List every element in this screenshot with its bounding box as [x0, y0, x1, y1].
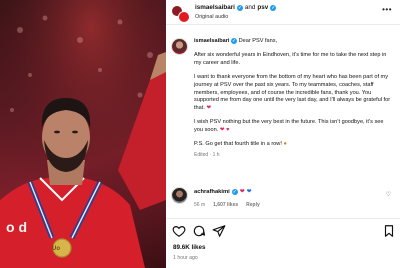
caption-paragraph-1: After six wonderful years in Eindhoven, … [194, 52, 387, 66]
commenter-username[interactable]: achrafhakimi [194, 189, 230, 195]
comment-like-icon[interactable]: ♡ [386, 191, 391, 198]
heart-emoji-icon: ❤ [239, 189, 245, 195]
comment-icon[interactable] [192, 224, 206, 238]
more-options-icon[interactable]: ••• [382, 5, 392, 14]
player-photo-illustration: o d Uo [0, 0, 166, 268]
caption-author-avatar[interactable] [171, 38, 188, 55]
medal-text: Uo [52, 246, 60, 252]
caption-paragraph-2: I want to thank everyone from the bottom… [194, 74, 391, 111]
post-caption: ismaelsaibari ✓ Dear PSV fans, After six… [194, 38, 394, 159]
comment-likes[interactable]: 1,607 likes [213, 202, 238, 208]
coauthor-avatar[interactable] [178, 11, 190, 23]
caption-edited-label: Edited · 1 h [194, 151, 220, 158]
caption-greeting: Dear PSV fans, [238, 38, 278, 44]
verified-badge-icon: ✓ [231, 38, 238, 44]
commenter-avatar[interactable] [171, 187, 188, 204]
post-header: ismaelsaibari ✓ and psv ✓ Original audio… [166, 0, 400, 25]
comment-reply-button[interactable]: Reply [246, 202, 260, 208]
shirt-sponsor-text: o d [6, 219, 27, 235]
football-emoji-icon: ● [283, 141, 287, 148]
heart-emoji-icon: ❤ [219, 126, 225, 133]
comment: achrafhakimi ✓ ❤ ❤ [194, 189, 251, 195]
like-icon[interactable] [172, 224, 186, 238]
post-likes-count[interactable]: 89.6K likes [173, 244, 206, 251]
post-actions [166, 218, 400, 242]
post-authors: ismaelsaibari ✓ and psv ✓ [195, 4, 277, 11]
verified-badge-icon: ✓ [231, 189, 238, 195]
post-panel: ismaelsaibari ✓ and psv ✓ Original audio… [166, 0, 400, 268]
save-icon[interactable] [382, 224, 396, 238]
heart-emoji-icon: ♥ [226, 126, 230, 133]
author-avatars[interactable] [171, 5, 191, 23]
caption-paragraph-4: P.S. Go get that fourth title in a row! [194, 141, 282, 148]
blue-heart-emoji-icon: ❤ [246, 189, 252, 195]
post-timestamp: 1 hour ago [173, 255, 198, 261]
share-icon[interactable] [212, 224, 226, 238]
heart-emoji-icon: ❤ [206, 104, 212, 111]
coauthor-username[interactable]: psv [257, 4, 268, 11]
post-photo[interactable]: o d Uo [0, 0, 166, 268]
authors-joiner: and [244, 4, 256, 11]
audio-label[interactable]: Original audio [195, 14, 228, 20]
verified-badge-icon: ✓ [270, 4, 277, 11]
author-username[interactable]: ismaelsaibari [195, 4, 235, 11]
comment-meta: 56 m 1,607 likes Reply [194, 202, 260, 208]
verified-badge-icon: ✓ [236, 4, 243, 11]
comment-time: 56 m [194, 202, 206, 208]
caption-username[interactable]: ismaelsaibari [194, 38, 229, 44]
